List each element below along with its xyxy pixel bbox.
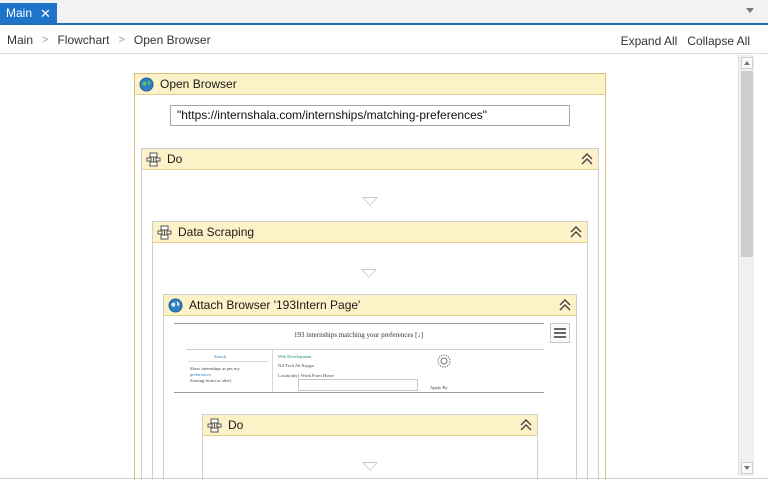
browser-screenshot-thumbnail: 193 internships matching your preference… xyxy=(174,323,544,393)
open-browser-header[interactable]: Open Browser xyxy=(135,74,605,95)
collapse-icon[interactable] xyxy=(580,151,594,167)
tab-strip: Main ✕ xyxy=(0,0,768,25)
data-scraping-activity[interactable]: Data Scraping Attach Browser '193Intern … xyxy=(152,221,588,480)
expand-all-button[interactable]: Expand All xyxy=(621,34,678,48)
bottom-divider xyxy=(0,478,768,479)
do-sequence-outer[interactable]: Do Data Scraping Attach Browser '193Inte… xyxy=(141,148,599,480)
screenshot-logo-icon xyxy=(437,354,451,368)
screenshot-popup xyxy=(298,379,418,391)
close-icon[interactable]: ✕ xyxy=(40,7,51,20)
breadcrumb-item-open-browser[interactable]: Open Browser xyxy=(134,33,211,47)
menu-icon[interactable] xyxy=(550,323,570,343)
designer-canvas[interactable]: Open Browser "https://internshala.com/in… xyxy=(0,55,738,480)
sequence-icon xyxy=(157,225,172,240)
do-outer-header[interactable]: Do xyxy=(142,149,598,170)
url-input[interactable]: "https://internshala.com/internships/mat… xyxy=(170,105,570,126)
tab-dropdown-icon[interactable] xyxy=(746,8,754,13)
vertical-scrollbar[interactable] xyxy=(738,55,754,476)
breadcrumb: Main > Flowchart > Open Browser xyxy=(7,33,211,47)
open-browser-title: Open Browser xyxy=(160,77,237,91)
do-inner-title: Do xyxy=(228,418,244,432)
screenshot-line-3: Location(s): Work From Home xyxy=(278,373,334,378)
attach-browser-title: Attach Browser '193Intern Page' xyxy=(189,298,361,312)
breadcrumb-bar: Main > Flowchart > Open Browser Expand A… xyxy=(0,27,768,54)
sequence-icon xyxy=(207,418,222,433)
do-outer-title: Do xyxy=(167,152,183,166)
globe-icon xyxy=(139,77,154,92)
drop-indicator-icon[interactable] xyxy=(362,197,378,206)
screenshot-apply-by: Apply By xyxy=(430,385,448,390)
breadcrumb-item-main[interactable]: Main xyxy=(7,33,33,47)
data-scraping-header[interactable]: Data Scraping xyxy=(153,222,587,243)
screenshot-heading: 193 internships matching your preference… xyxy=(294,331,424,339)
screenshot-search-text: Search xyxy=(214,354,227,359)
screenshot-line-1: Web Development xyxy=(278,354,312,359)
collapse-icon[interactable] xyxy=(519,417,533,433)
globe-icon xyxy=(168,298,183,313)
screenshot-line-2: NA Tech Alt Kaygn xyxy=(278,363,314,368)
tab-main-label: Main xyxy=(6,6,33,20)
collapse-icon[interactable] xyxy=(558,297,572,313)
screenshot-pref-2: preferences xyxy=(190,372,211,377)
scroll-up-icon[interactable] xyxy=(741,57,753,69)
collapse-all-button[interactable]: Collapse All xyxy=(687,34,750,48)
do-sequence-inner[interactable]: Do xyxy=(202,414,538,480)
chevron-right-icon: > xyxy=(118,34,125,46)
scroll-down-icon[interactable] xyxy=(741,462,753,474)
do-inner-header[interactable]: Do xyxy=(203,415,537,436)
scroll-thumb[interactable] xyxy=(741,71,753,257)
sequence-icon xyxy=(146,152,161,167)
open-browser-activity[interactable]: Open Browser "https://internshala.com/in… xyxy=(134,73,606,480)
tab-main[interactable]: Main ✕ xyxy=(0,3,57,23)
chevron-right-icon: > xyxy=(42,34,49,46)
attach-browser-header[interactable]: Attach Browser '193Intern Page' xyxy=(164,295,576,316)
screenshot-pref-1: Show internships as per my xyxy=(190,366,240,371)
data-scraping-title: Data Scraping xyxy=(178,225,255,239)
attach-browser-activity[interactable]: Attach Browser '193Intern Page' 193 inte… xyxy=(163,294,577,480)
screenshot-pref-3: Starting from (or after) xyxy=(190,378,232,383)
breadcrumb-item-flowchart[interactable]: Flowchart xyxy=(57,33,109,47)
drop-indicator-icon[interactable] xyxy=(361,269,377,278)
collapse-icon[interactable] xyxy=(569,224,583,240)
drop-indicator-icon[interactable] xyxy=(362,462,378,471)
